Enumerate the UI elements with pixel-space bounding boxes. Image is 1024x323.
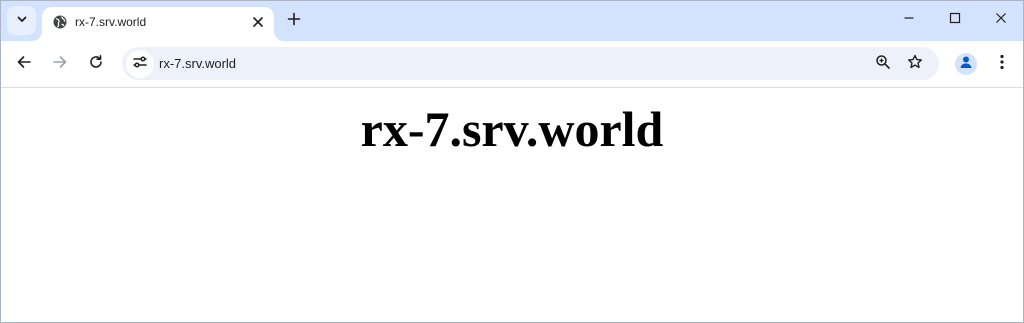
back-button[interactable]	[10, 50, 38, 78]
zoom-in-icon	[875, 54, 891, 75]
tab-close-button[interactable]	[248, 12, 268, 32]
page-viewport: rx-7.srv.world	[1, 88, 1023, 322]
site-info-button[interactable]	[126, 50, 154, 78]
close-icon	[253, 17, 263, 27]
forward-button[interactable]	[46, 50, 74, 78]
more-vert-icon	[1000, 54, 1004, 75]
arrow-left-icon	[16, 54, 32, 75]
new-tab-button[interactable]	[282, 9, 306, 33]
globe-icon	[52, 14, 68, 30]
profile-button[interactable]	[952, 50, 980, 78]
browser-window: rx-7.srv.world rx-7.srv.world rx-7.srv.w…	[0, 0, 1024, 323]
zoom-button[interactable]	[870, 51, 896, 77]
plus-icon	[287, 12, 301, 31]
arrow-right-icon	[52, 54, 68, 75]
bookmark-button[interactable]	[902, 51, 928, 77]
close-icon	[995, 11, 1007, 29]
reload-button[interactable]	[82, 50, 110, 78]
reload-icon	[88, 54, 104, 75]
minimize-icon	[903, 11, 915, 29]
tab-strip: rx-7.srv.world	[1, 1, 1023, 41]
avatar	[955, 53, 977, 75]
browser-toolbar: rx-7.srv.world	[1, 41, 1023, 88]
close-window-button[interactable]	[981, 5, 1021, 35]
person-icon	[958, 54, 974, 75]
maximize-icon	[949, 11, 961, 29]
tune-icon	[132, 54, 148, 75]
chevron-down-icon	[16, 12, 28, 30]
tab-title: rx-7.srv.world	[75, 15, 147, 29]
address-bar[interactable]: rx-7.srv.world	[122, 47, 939, 80]
url-text[interactable]: rx-7.srv.world	[159, 56, 236, 71]
maximize-button[interactable]	[935, 5, 975, 35]
minimize-button[interactable]	[889, 5, 929, 35]
star-icon	[907, 54, 923, 75]
page-heading: rx-7.srv.world	[360, 101, 664, 157]
tab-active[interactable]: rx-7.srv.world	[42, 7, 274, 41]
menu-button[interactable]	[988, 50, 1016, 78]
